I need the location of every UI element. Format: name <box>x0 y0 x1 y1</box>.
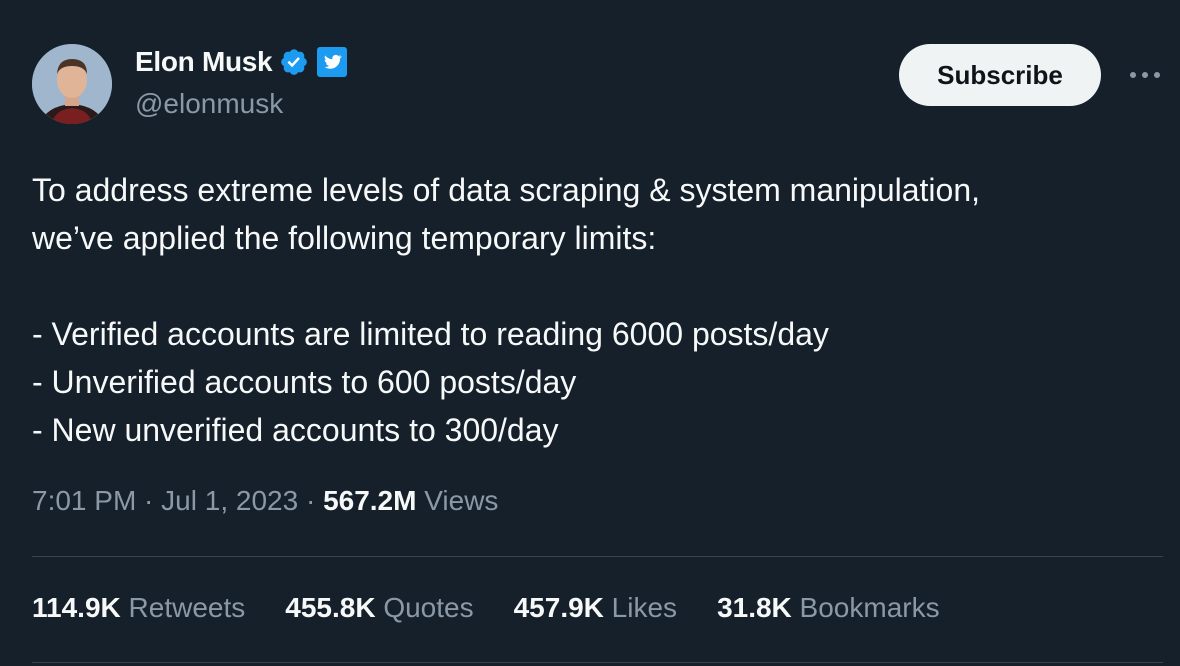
avatar[interactable] <box>32 44 112 124</box>
meta-separator: · <box>136 485 162 516</box>
tweet-text: To address extreme levels of data scrapi… <box>32 166 1152 454</box>
retweets-stat[interactable]: 114.9K Retweets <box>32 592 245 624</box>
tweet-blank-line <box>32 262 1152 310</box>
views-count: 567.2M <box>323 485 417 516</box>
divider <box>32 662 1163 663</box>
tweet-line: we’ve applied the following temporary li… <box>32 220 657 256</box>
likes-count: 457.9K <box>513 592 604 623</box>
twitter-bird-icon <box>317 47 348 77</box>
bookmarks-count: 31.8K <box>717 592 792 623</box>
tweet-time[interactable]: 7:01 PM <box>32 485 136 516</box>
tweet-meta: 7:01 PM · Jul 1, 2023 · 567.2M Views <box>32 485 498 517</box>
retweets-label: Retweets <box>120 592 246 623</box>
tweet-line: - Unverified accounts to 600 posts/day <box>32 364 577 400</box>
tweet-date[interactable]: Jul 1, 2023 <box>161 485 298 516</box>
more-options-icon[interactable] <box>1128 60 1162 90</box>
bookmarks-label: Bookmarks <box>791 592 940 623</box>
bookmarks-stat[interactable]: 31.8K Bookmarks <box>717 592 940 624</box>
quotes-label: Quotes <box>375 592 474 623</box>
tweet-line: - Verified accounts are limited to readi… <box>32 316 829 352</box>
quotes-stat[interactable]: 455.8K Quotes <box>285 592 473 624</box>
author-name[interactable]: Elon Musk <box>135 46 273 78</box>
quotes-count: 455.8K <box>285 592 376 623</box>
verified-badge-icon[interactable] <box>279 47 309 77</box>
subscribe-button[interactable]: Subscribe <box>899 44 1101 106</box>
author-handle[interactable]: @elonmusk <box>135 88 283 120</box>
tweet-line: To address extreme levels of data scrapi… <box>32 172 981 208</box>
views-label: Views <box>416 485 499 516</box>
meta-separator: · <box>298 485 324 516</box>
divider <box>32 556 1163 557</box>
likes-stat[interactable]: 457.9K Likes <box>514 592 677 624</box>
likes-label: Likes <box>603 592 678 623</box>
engagement-stats: 114.9K Retweets 455.8K Quotes 457.9K Lik… <box>32 592 980 624</box>
retweets-count: 114.9K <box>32 592 121 623</box>
profile-avatar <box>32 44 112 124</box>
tweet-line: - New unverified accounts to 300/day <box>32 412 559 448</box>
